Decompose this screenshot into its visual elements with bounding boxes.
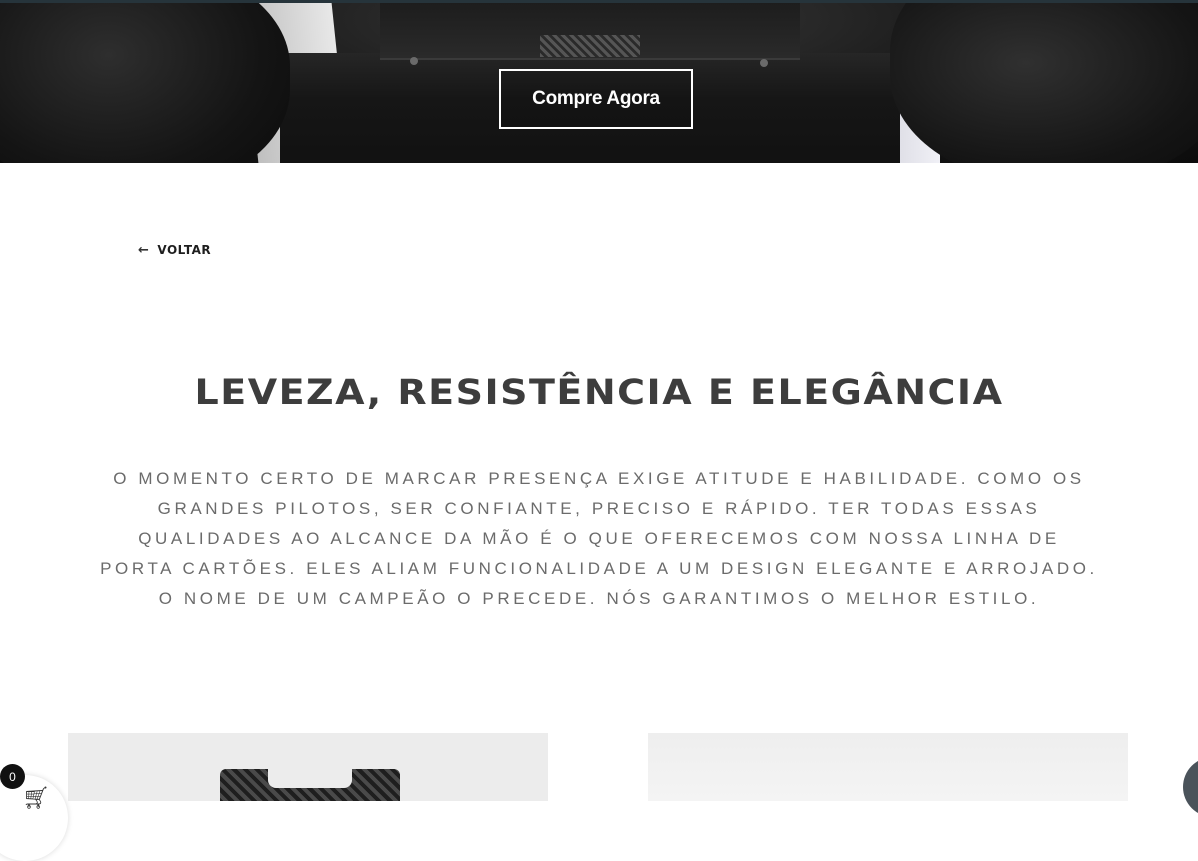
hero-glove-right xyxy=(890,3,1198,163)
product-card[interactable] xyxy=(648,733,1128,801)
back-link[interactable]: ← VOLTAR xyxy=(138,243,211,257)
product-card[interactable] xyxy=(68,733,548,801)
chat-button[interactable] xyxy=(1183,757,1198,817)
compre-agora-button[interactable]: Compre Agora xyxy=(499,69,693,129)
hero-screw xyxy=(760,59,768,67)
section-title: LEVEZA, RESISTÊNCIA E ELEGÂNCIA xyxy=(194,371,1004,413)
hero-screw xyxy=(410,57,418,65)
hero-glove-left xyxy=(0,3,290,163)
hero-banner: Compre Agora xyxy=(0,3,1198,163)
hero-carbon-slot xyxy=(540,35,640,57)
cart-count-badge: 0 xyxy=(0,764,25,789)
section-description: O MOMENTO CERTO DE MARCAR PRESENÇA EXIGE… xyxy=(100,469,1098,608)
arrow-left-icon: ← xyxy=(138,242,150,258)
cart-icon: 🛒︎ xyxy=(22,786,50,811)
carbon-notch xyxy=(268,766,352,788)
back-label: VOLTAR xyxy=(157,243,212,257)
